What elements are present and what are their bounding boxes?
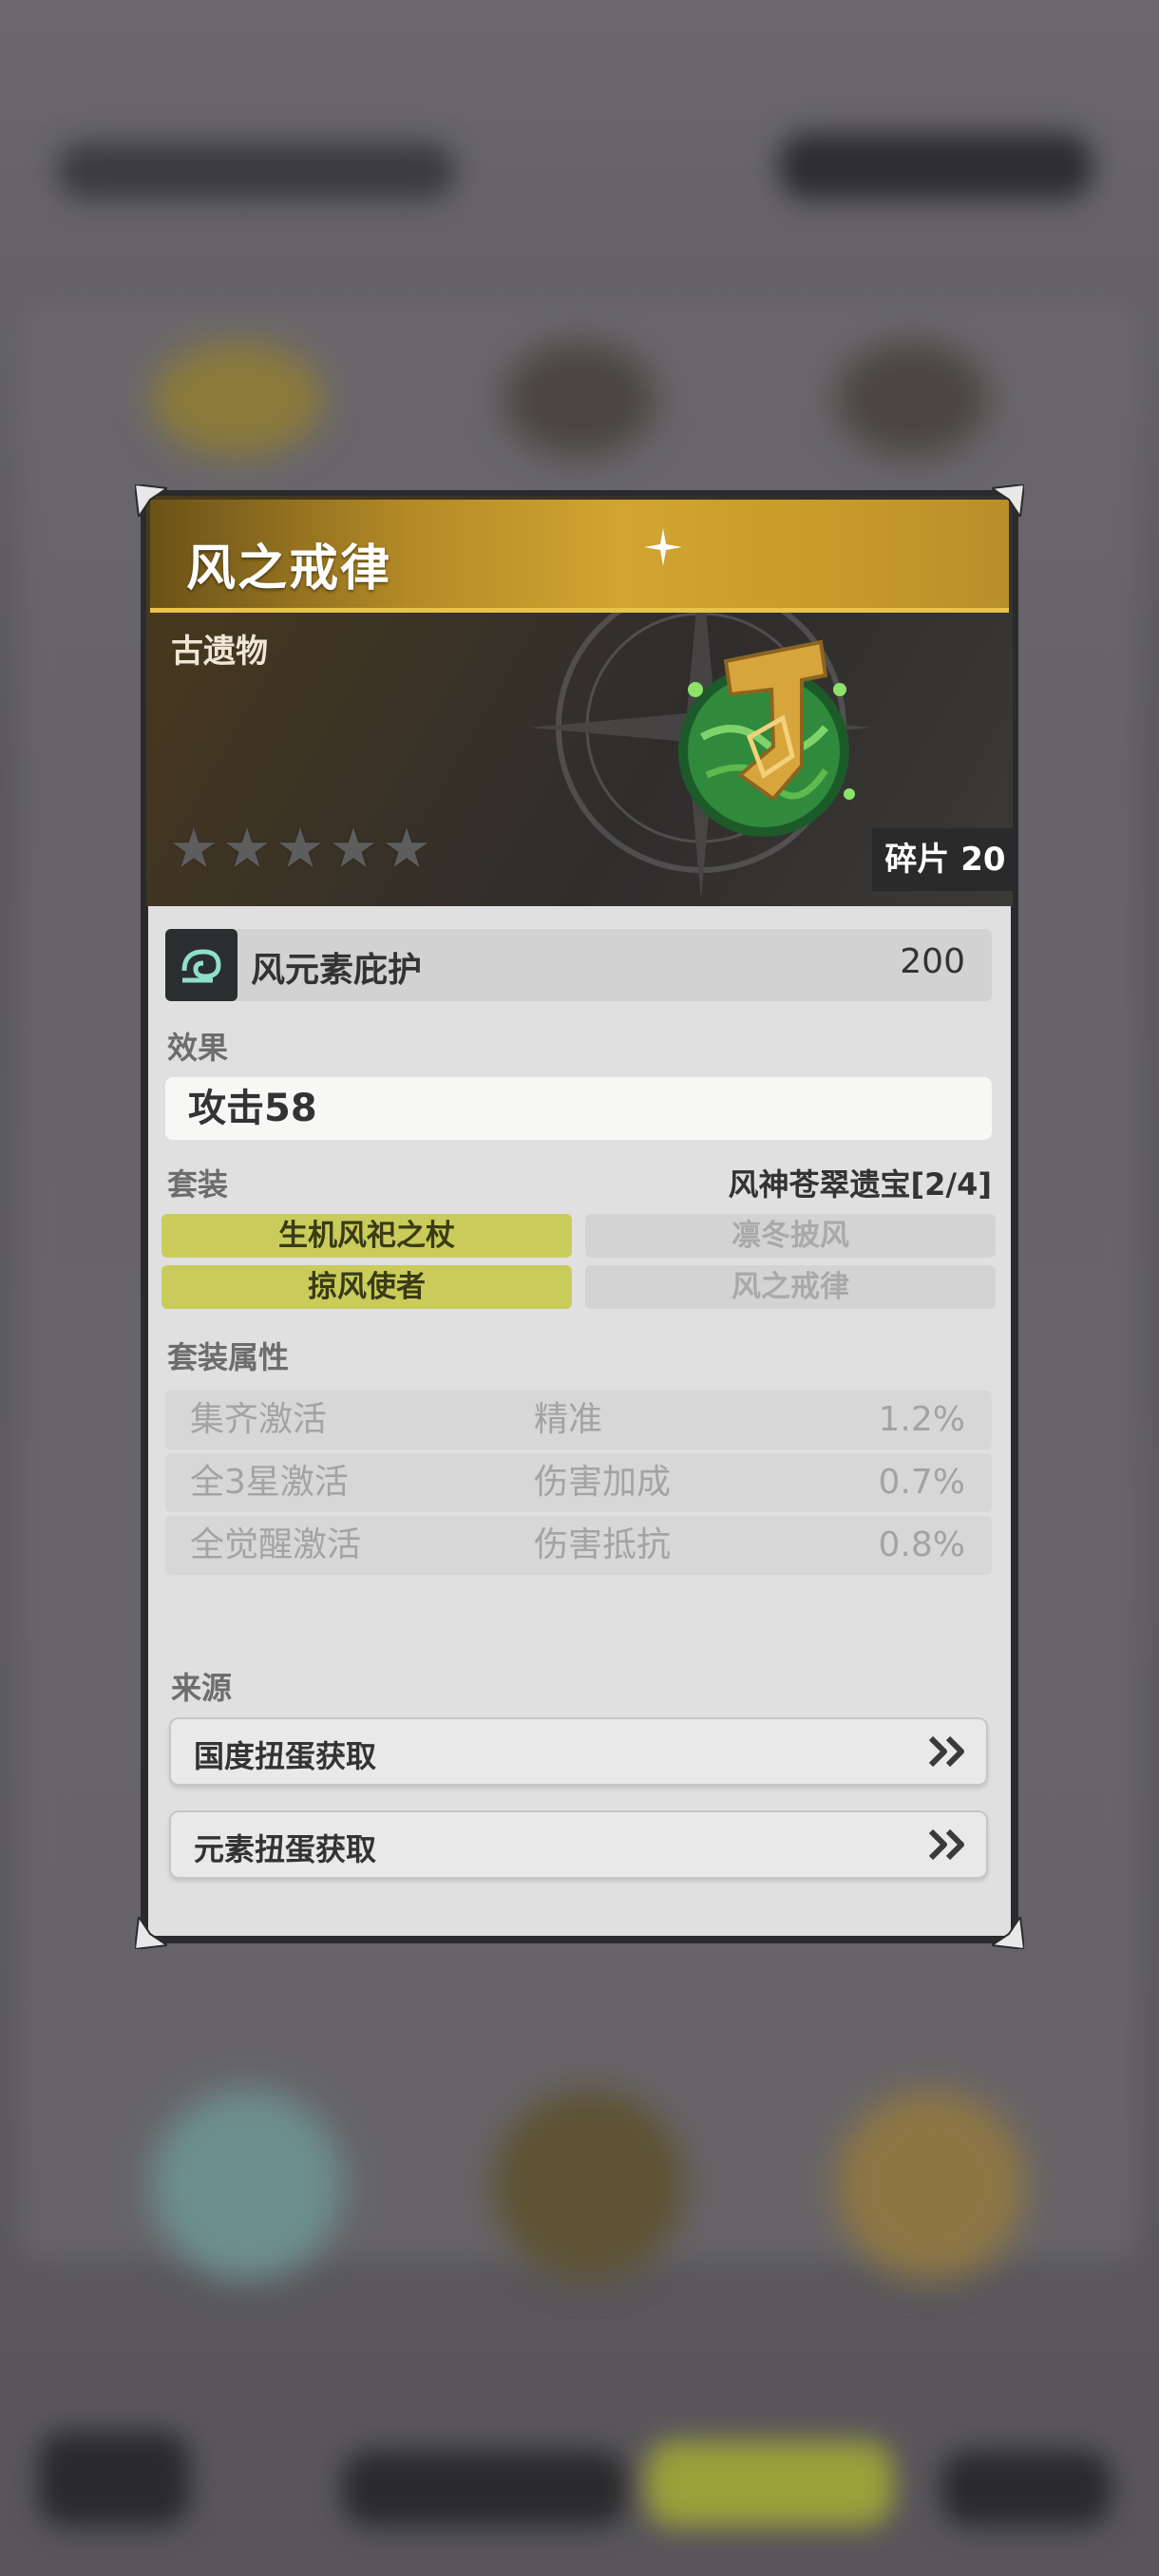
rarity-stars: ★ ★ ★ ★ ★ [169,821,431,876]
corner-ornament-icon [992,1917,1024,1949]
double-chevron-right-icon [928,1828,964,1861]
bg-bottom-1 [38,2432,190,2527]
relic-ring-icon [678,639,855,837]
effect-value: 攻击58 [165,1077,992,1140]
set-name: 风神苍翠遗宝[2/4] [728,1166,992,1203]
item-title: 风之戒律 [186,540,392,597]
set-attributes-label: 套装属性 [167,1339,290,1375]
set-piece-inactive: 风之戒律 [585,1265,996,1309]
star-icon: ★ [222,816,272,881]
attr-value: 0.8% [878,1525,965,1564]
bg-item-4 [152,2090,342,2280]
set-label: 套装 [167,1166,229,1203]
double-chevron-right-icon [928,1735,964,1768]
set-attribute-row: 全3星激活 伤害加成 0.7% [165,1453,992,1512]
bg-item-1 [152,342,323,456]
corner-ornament-icon [992,484,1024,517]
title-bar: 风之戒律 [150,500,1009,613]
bg-item-3 [836,342,988,456]
wind-element-icon [165,929,238,1001]
attr-name: 伤害抵抗 [534,1525,672,1564]
effect-label: 效果 [167,1030,229,1066]
main-stat-row: 风元素庇护 200 [165,929,992,1001]
bg-item-2 [504,342,656,456]
bg-item-5 [494,2090,684,2280]
source-label: 来源 [171,1670,233,1706]
bg-topbar-right [779,133,1092,199]
item-body: 风元素庇护 200 效果 攻击58 套装 风神苍翠遗宝[2/4] 生机风祀之杖 … [141,906,1018,1943]
star-icon: ★ [169,816,218,881]
main-stat-name: 风元素庇护 [251,951,423,990]
bg-bottom-2 [342,2451,627,2527]
attr-value: 1.2% [878,1400,965,1439]
source-button-label: 国度扭蛋获取 [194,1738,377,1774]
attr-condition: 全觉醒激活 [190,1525,362,1564]
corner-ornament-icon [135,1917,167,1949]
source-button-label: 元素扭蛋获取 [194,1831,377,1867]
bg-topbar-left [57,142,456,199]
corner-ornament-icon [135,484,167,517]
star-icon: ★ [382,816,431,881]
source-button-kingdom-gacha[interactable]: 国度扭蛋获取 [169,1717,988,1786]
star-icon: ★ [329,816,378,881]
set-piece-active: 掠风使者 [162,1265,572,1309]
star-icon: ★ [276,816,325,881]
main-stat-value: 200 [900,942,965,981]
bg-item-6 [836,2090,1026,2280]
bg-bottom-3 [646,2441,893,2527]
bg-bottom-4 [940,2451,1112,2527]
sparkle-icon [644,528,682,566]
attr-name: 伤害加成 [534,1463,672,1502]
attr-value: 0.7% [878,1463,965,1502]
set-attribute-row: 全觉醒激活 伤害抵抗 0.8% [165,1516,992,1575]
set-piece-inactive: 凛冬披风 [585,1214,996,1258]
set-piece-active: 生机风祀之杖 [162,1214,572,1258]
attr-condition: 全3星激活 [190,1463,349,1502]
attr-name: 精准 [534,1400,603,1439]
item-category: 古遗物 [171,633,268,671]
set-attribute-row: 集齐激活 精准 1.2% [165,1391,992,1449]
source-button-element-gacha[interactable]: 元素扭蛋获取 [169,1810,988,1879]
fragment-count: 碎片 20 [872,828,1018,891]
item-header: 风之戒律 古遗物 ★ ★ ★ ★ ★ 碎片 20 [141,490,1018,906]
attr-condition: 集齐激活 [190,1400,328,1439]
